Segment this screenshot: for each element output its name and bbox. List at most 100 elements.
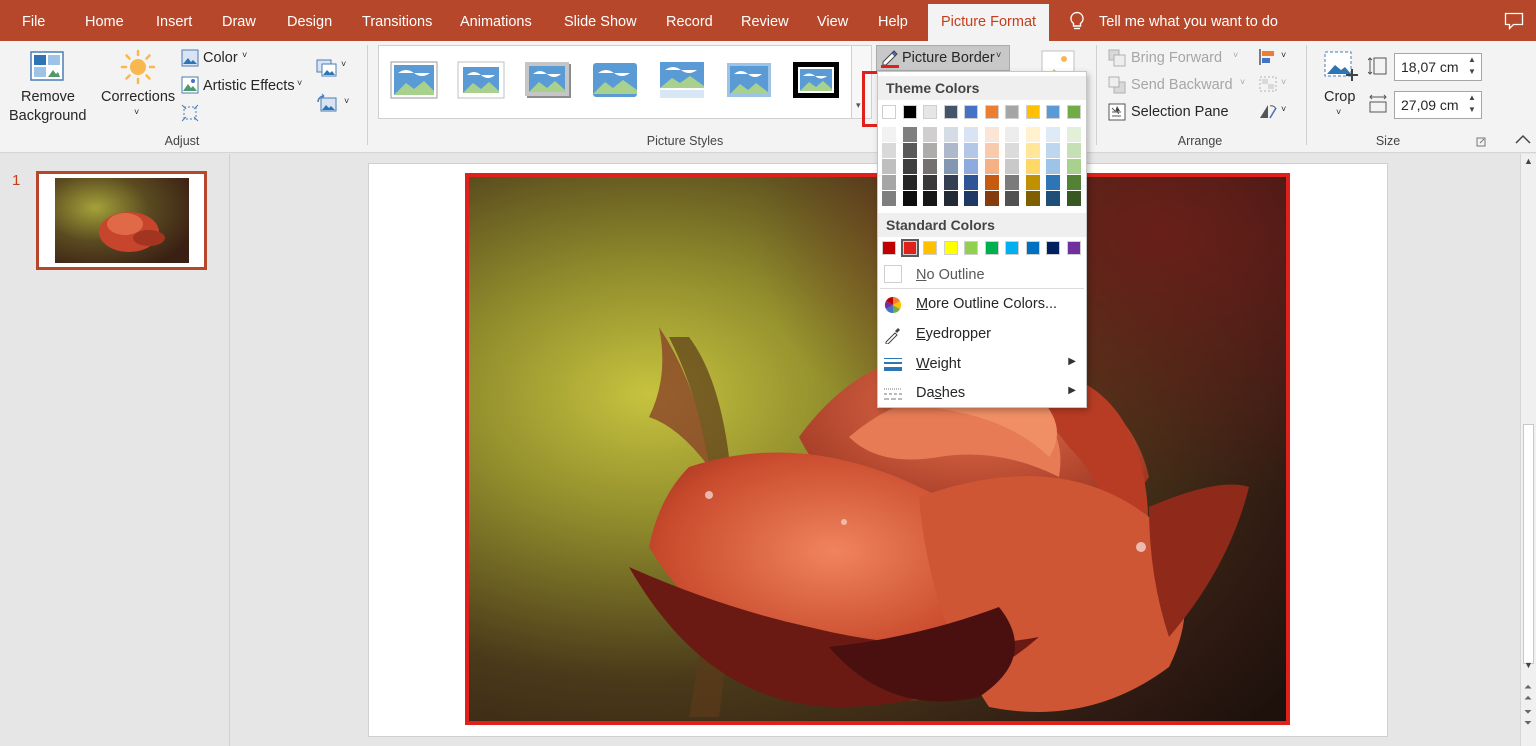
- standard-color-swatch[interactable]: [1066, 241, 1081, 255]
- vertical-scrollbar[interactable]: ▲ ▼ ⏶ ⏶ ⏷ ⏷: [1520, 154, 1536, 746]
- align-icon[interactable]: [1258, 48, 1278, 66]
- theme-color-shade-swatch[interactable]: [943, 175, 958, 190]
- theme-color-swatch[interactable]: [943, 105, 958, 119]
- theme-color-shade-swatch[interactable]: [1066, 175, 1081, 190]
- theme-color-shade-swatch[interactable]: [882, 175, 896, 190]
- group-icon[interactable]: [1258, 75, 1278, 93]
- shape-width-input[interactable]: 27,09 cm ▲ ▼: [1394, 91, 1482, 119]
- theme-color-shade-swatch[interactable]: [1025, 159, 1040, 174]
- theme-color-swatch[interactable]: [984, 105, 999, 119]
- tab-view[interactable]: View: [817, 0, 848, 41]
- standard-color-swatch[interactable]: [923, 241, 937, 255]
- theme-color-shade-swatch[interactable]: [964, 159, 978, 174]
- theme-color-shade-swatch[interactable]: [1066, 143, 1081, 158]
- theme-color-shade-swatch[interactable]: [964, 127, 978, 142]
- next-slide-icon[interactable]: ⏷ ⏷: [1524, 707, 1532, 729]
- align-dropdown-icon[interactable]: ˅: [1281, 50, 1286, 60]
- theme-color-swatch[interactable]: [923, 105, 937, 119]
- rotate-dropdown-icon[interactable]: ˅: [1281, 104, 1286, 114]
- theme-color-shade-swatch[interactable]: [923, 143, 937, 158]
- theme-color-shade-swatch[interactable]: [943, 191, 958, 206]
- tab-review[interactable]: Review: [741, 0, 789, 41]
- picture-style-simple-frame-icon[interactable]: [390, 61, 438, 99]
- eyedropper-item[interactable]: Eyedropper: [878, 320, 1086, 350]
- tab-home[interactable]: Home: [85, 0, 124, 41]
- theme-color-shade-swatch[interactable]: [964, 175, 978, 190]
- theme-color-shade-swatch[interactable]: [984, 191, 999, 206]
- tab-file[interactable]: File: [22, 0, 45, 41]
- compress-dropdown-icon[interactable]: ˅: [341, 59, 346, 69]
- theme-color-shade-swatch[interactable]: [984, 127, 999, 142]
- compress-pictures-icon[interactable]: [316, 57, 338, 77]
- standard-color-swatch[interactable]: [984, 241, 999, 255]
- standard-color-swatch[interactable]: [882, 241, 896, 255]
- tab-help[interactable]: Help: [878, 0, 908, 41]
- dialog-launcher-icon[interactable]: [1476, 137, 1486, 147]
- slide-thumbnail[interactable]: [36, 171, 207, 270]
- lightbulb-icon[interactable]: [1068, 11, 1086, 31]
- no-outline-item[interactable]: No Outline: [878, 260, 1086, 290]
- theme-color-swatch[interactable]: [1046, 105, 1060, 119]
- theme-color-shade-swatch[interactable]: [964, 191, 978, 206]
- tab-insert[interactable]: Insert: [156, 0, 192, 41]
- theme-color-shade-swatch[interactable]: [1046, 127, 1060, 142]
- picture-style-white-frame-icon[interactable]: [457, 61, 505, 99]
- previous-slide-icon[interactable]: ⏶ ⏶: [1524, 682, 1532, 704]
- theme-color-shade-swatch[interactable]: [923, 175, 937, 190]
- theme-color-swatch[interactable]: [902, 105, 917, 119]
- theme-color-swatch[interactable]: [1005, 105, 1019, 119]
- theme-color-shade-swatch[interactable]: [902, 143, 917, 158]
- theme-color-shade-swatch[interactable]: [923, 191, 937, 206]
- theme-color-shade-swatch[interactable]: [902, 127, 917, 142]
- tab-picture-format[interactable]: Picture Format: [928, 4, 1049, 41]
- theme-color-shade-swatch[interactable]: [984, 175, 999, 190]
- scroll-down-icon[interactable]: ▼: [1524, 660, 1533, 670]
- theme-color-shade-swatch[interactable]: [1005, 159, 1019, 174]
- scroll-up-icon[interactable]: ▲: [1524, 156, 1533, 166]
- theme-color-swatch[interactable]: [964, 105, 978, 119]
- tab-record[interactable]: Record: [666, 0, 713, 41]
- theme-color-shade-swatch[interactable]: [1025, 127, 1040, 142]
- theme-color-shade-swatch[interactable]: [1046, 175, 1060, 190]
- theme-color-shade-swatch[interactable]: [882, 127, 896, 142]
- tab-draw[interactable]: Draw: [222, 0, 256, 41]
- theme-color-shade-swatch[interactable]: [1005, 127, 1019, 142]
- theme-color-shade-swatch[interactable]: [1025, 143, 1040, 158]
- theme-color-shade-swatch[interactable]: [902, 191, 917, 206]
- standard-color-swatch[interactable]: [900, 239, 919, 257]
- theme-color-shade-swatch[interactable]: [1046, 191, 1060, 206]
- theme-color-shade-swatch[interactable]: [1005, 175, 1019, 190]
- tab-slide-show[interactable]: Slide Show: [564, 0, 637, 41]
- theme-color-shade-swatch[interactable]: [882, 159, 896, 174]
- theme-color-swatch[interactable]: [1025, 105, 1040, 119]
- theme-color-shade-swatch[interactable]: [882, 191, 896, 206]
- theme-color-swatch[interactable]: [882, 105, 896, 119]
- tab-animations[interactable]: Animations: [460, 0, 532, 41]
- group-dropdown-icon[interactable]: ˅: [1281, 77, 1286, 87]
- theme-color-shade-swatch[interactable]: [964, 143, 978, 158]
- theme-color-shade-swatch[interactable]: [902, 175, 917, 190]
- picture-style-reflected-icon[interactable]: [658, 61, 706, 99]
- change-picture-dropdown-icon[interactable]: ˅: [344, 96, 349, 106]
- theme-color-shade-swatch[interactable]: [1025, 191, 1040, 206]
- width-spinner-arrows[interactable]: ▲ ▼: [1463, 92, 1481, 118]
- picture-style-rounded-icon[interactable]: [591, 61, 639, 99]
- standard-color-swatch[interactable]: [1025, 241, 1040, 255]
- rotate-icon[interactable]: [1258, 102, 1278, 120]
- change-picture-icon[interactable]: [316, 93, 338, 113]
- picture-border-button[interactable]: Picture Border ˅: [876, 45, 1010, 71]
- transparency-icon[interactable]: [181, 104, 199, 122]
- theme-color-shade-swatch[interactable]: [943, 127, 958, 142]
- theme-color-shade-swatch[interactable]: [984, 143, 999, 158]
- theme-color-shade-swatch[interactable]: [1025, 175, 1040, 190]
- tab-transitions[interactable]: Transitions: [362, 0, 432, 41]
- theme-color-shade-swatch[interactable]: [882, 143, 896, 158]
- theme-color-shade-swatch[interactable]: [902, 159, 917, 174]
- scrollbar-thumb[interactable]: [1523, 424, 1534, 664]
- standard-color-swatch[interactable]: [1046, 241, 1060, 255]
- standard-color-swatch[interactable]: [1005, 241, 1019, 255]
- standard-color-swatch[interactable]: [964, 241, 978, 255]
- tab-design[interactable]: Design: [287, 0, 332, 41]
- theme-color-shade-swatch[interactable]: [923, 127, 937, 142]
- collapse-ribbon-icon[interactable]: [1514, 133, 1532, 145]
